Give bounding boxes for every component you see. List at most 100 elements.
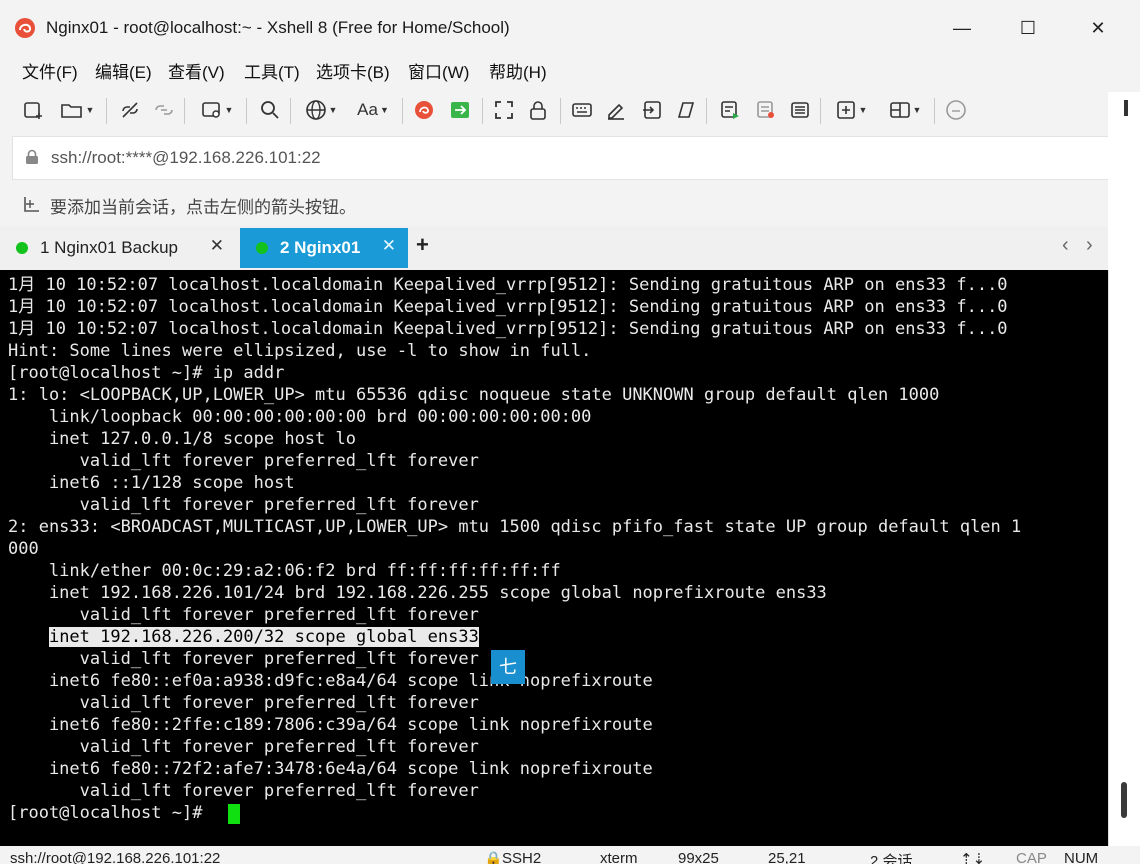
terminal-line: valid_lft forever preferred_lft forever <box>8 649 479 669</box>
add-pane-icon[interactable]: ▼ <box>828 92 874 128</box>
minimize-button[interactable]: — <box>932 8 992 48</box>
maximize-button[interactable]: ☐ <box>998 8 1058 48</box>
compose-icon[interactable] <box>716 92 744 128</box>
terminal-line: valid_lft forever preferred_lft forever <box>8 605 479 625</box>
terminal-line: inet 127.0.0.1/8 scope host lo <box>8 429 356 449</box>
new-session-icon[interactable] <box>20 92 48 128</box>
tab-nginx01-backup[interactable]: 1 Nginx01 Backup ✕ <box>0 228 236 268</box>
terminal-line: valid_lft forever preferred_lft forever <box>8 693 479 713</box>
toolbar-separator <box>246 98 247 124</box>
font-icon[interactable]: Aa ▼ <box>350 92 396 128</box>
status-num: NUM <box>1064 850 1099 864</box>
tab-nginx01[interactable]: 2 Nginx01 ✕ <box>240 228 408 268</box>
selected-text[interactable]: inet 192.168.226.200/32 scope global ens… <box>48 627 479 647</box>
status-size: 99x25 <box>678 850 719 864</box>
font-label: Aa <box>357 100 378 119</box>
terminal-line: inet6 ::1/128 scope host <box>8 473 295 493</box>
menu-edit[interactable]: 编辑(E) <box>95 58 152 83</box>
add-session-arrow-icon[interactable] <box>22 194 42 219</box>
menu-window[interactable]: 窗口(W) <box>408 58 469 83</box>
session-hint-bar: 要添加当前会话，点击左侧的箭头按钮。 <box>0 186 1140 222</box>
terminal-line: 1: lo: <LOOPBACK,UP,LOWER_UP> mtu 65536 … <box>8 385 940 405</box>
close-button[interactable]: ✕ <box>1068 8 1128 48</box>
reconnect-icon[interactable] <box>150 92 178 128</box>
terminal-line: 1月 10 10:52:07 localhost.localdomain Kee… <box>8 319 1008 339</box>
menu-file[interactable]: 文件(F) <box>22 58 78 83</box>
toolbar-separator <box>482 98 483 124</box>
layout-icon[interactable]: ▼ <box>882 92 928 128</box>
open-folder-icon[interactable]: ▼ <box>54 92 100 128</box>
menu-help[interactable]: 帮助(H) <box>489 58 547 83</box>
list-icon[interactable] <box>786 92 814 128</box>
ime-badge: 七 <box>491 650 525 684</box>
close-icon[interactable]: ✕ <box>382 236 396 256</box>
toolbar-separator <box>106 98 107 124</box>
log-icon[interactable] <box>752 92 780 128</box>
toolbar-separator <box>290 98 291 124</box>
tab-prev-button[interactable]: ‹ <box>1062 234 1069 257</box>
terminal-line: inet 192.168.226.200/32 scope global ens… <box>8 626 479 648</box>
lock-icon[interactable] <box>524 92 552 128</box>
terminal-line: valid_lft forever preferred_lft forever <box>8 737 479 757</box>
terminal-line: inet6 fe80::ef0a:a938:d9fc:e8a4/64 scope… <box>8 671 653 691</box>
terminal-line: inet6 fe80::2ffe:c189:7806:c39a/64 scope… <box>8 715 653 735</box>
new-tab-icon[interactable]: ▼ <box>194 92 240 128</box>
chat-icon[interactable] <box>942 92 970 128</box>
terminal-line: valid_lft forever preferred_lft forever <box>8 781 479 801</box>
menu-tabs[interactable]: 选项卡(B) <box>316 58 390 83</box>
toolbar-separator <box>934 98 935 124</box>
scrollbar-thumb[interactable] <box>1121 782 1127 818</box>
transfer-icon[interactable] <box>638 92 666 128</box>
disconnect-icon[interactable] <box>116 92 144 128</box>
terminal-line: 000 <box>8 539 39 559</box>
status-protocol: SSH2 <box>502 850 542 864</box>
xshell-window: Nginx01 - root@localhost:~ - Xshell 8 (F… <box>0 0 1140 864</box>
terminal-line: [root@localhost ~]# ip addr <box>8 363 285 383</box>
terminal-line: valid_lft forever preferred_lft forever <box>8 451 479 471</box>
hint-text: 要添加当前会话，点击左侧的箭头按钮。 <box>50 198 356 217</box>
status-arrows-icon[interactable]: ⇡⇣ <box>960 850 985 864</box>
xftp-icon[interactable] <box>446 92 474 128</box>
status-caps: CAP <box>1016 850 1047 864</box>
terminal-scrollbar[interactable] <box>1108 270 1140 846</box>
status-connection: ssh://root@192.168.226.101:22 <box>10 850 221 864</box>
keyboard-icon[interactable] <box>568 92 596 128</box>
status-cursor-position: 25,21 <box>768 850 806 864</box>
menu-view[interactable]: 查看(V) <box>168 58 225 83</box>
add-tab-button[interactable]: + <box>416 232 429 258</box>
title-bar: Nginx01 - root@localhost:~ - Xshell 8 (F… <box>0 0 1140 56</box>
fullscreen-icon[interactable] <box>490 92 518 128</box>
menu-tools[interactable]: 工具(T) <box>244 58 300 83</box>
tab-next-button[interactable]: › <box>1086 234 1093 257</box>
terminal-line: valid_lft forever preferred_lft forever <box>8 495 479 515</box>
terminal-line: inet 192.168.226.101/24 brd 192.168.226.… <box>8 583 827 603</box>
xshell-icon[interactable] <box>410 92 438 128</box>
terminal-line: 1月 10 10:52:07 localhost.localdomain Kee… <box>8 275 1008 295</box>
address-bar[interactable]: ssh://root:****@192.168.226.101:22 ▼ <box>12 136 1130 180</box>
script-icon[interactable] <box>602 92 630 128</box>
search-icon[interactable] <box>256 92 284 128</box>
lock-icon: 🔒 <box>484 851 503 864</box>
terminal-cursor <box>228 804 240 824</box>
close-icon[interactable]: ✕ <box>210 236 224 256</box>
toolbar-separator <box>402 98 403 124</box>
scroll-thumb[interactable] <box>1124 100 1128 116</box>
toolbar-separator <box>706 98 707 124</box>
side-panel-edge <box>1108 92 1140 270</box>
terminal-line: link/loopback 00:00:00:00:00:00 brd 00:0… <box>8 407 592 427</box>
terminal-line: 1月 10 10:52:07 localhost.localdomain Kee… <box>8 297 1008 317</box>
connected-status-icon <box>256 242 268 254</box>
tab-bar: 1 Nginx01 Backup ✕ 2 Nginx01 ✕ + ‹ › <box>0 226 1140 270</box>
macro-icon[interactable] <box>672 92 700 128</box>
toolbar-separator <box>560 98 561 124</box>
status-sessions[interactable]: 2 会话 <box>870 850 913 864</box>
terminal-line: link/ether 00:0c:29:a2:06:f2 brd ff:ff:f… <box>8 561 561 581</box>
window-title: Nginx01 - root@localhost:~ - Xshell 8 (F… <box>46 18 510 37</box>
toolbar-separator <box>820 98 821 124</box>
globe-icon[interactable]: ▼ <box>298 92 344 128</box>
terminal-line: inet6 fe80::72f2:afe7:3478:6e4a/64 scope… <box>8 759 653 779</box>
status-bar: ssh://root@192.168.226.101:22 🔒 SSH2 xte… <box>0 846 1140 864</box>
menu-bar: 文件(F) 编辑(E) 查看(V) 工具(T) 选项卡(B) 窗口(W) 帮助(… <box>0 56 1140 84</box>
xshell-logo-icon <box>14 17 36 39</box>
address-input[interactable]: ssh://root:****@192.168.226.101:22 <box>51 148 321 168</box>
